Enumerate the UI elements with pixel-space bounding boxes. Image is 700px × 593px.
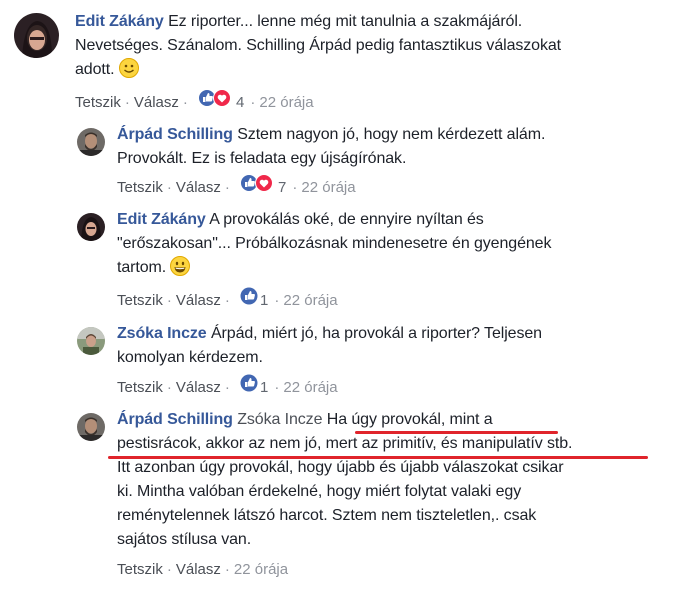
like-link[interactable]: Tetszik [75,94,121,111]
reply-link[interactable]: Válasz [134,94,179,111]
avatar[interactable] [14,13,59,58]
separator: · [166,378,172,396]
timestamp[interactable]: 22 órája [283,379,337,396]
avatar[interactable] [77,213,105,241]
comment-body: Zsóka Incze Árpád, miért jó, ha provokál… [117,322,692,370]
comment-text: adott. [75,61,115,78]
timestamp[interactable]: 22 órája [234,561,288,578]
reactions[interactable] [240,287,258,312]
comment-text: ki. Mintha valóban érdekelné, hogy miért… [117,483,522,500]
separator: · [250,93,256,111]
comment-actions: Tetszik · Válasz · 1 · 22 órája [117,287,338,309]
reactions[interactable] [198,89,234,114]
separator: · [274,378,280,396]
mention-link[interactable]: Zsóka Incze [237,411,322,428]
timestamp[interactable]: 22 órája [259,94,313,111]
comment-actions: Tetszik · Válasz · 4 · 22 órája [75,89,314,111]
red-underline-annotation [108,456,648,459]
comment-text: sajátos stílusa van. [117,531,252,548]
reactions[interactable] [240,374,258,399]
timestamp[interactable]: 22 órája [301,179,355,196]
like-link[interactable]: Tetszik [117,179,163,196]
comment-text: A provokálás oké, de ennyire nyíltan és [209,211,484,228]
comment-author[interactable]: Edit Zákány [75,13,164,30]
separator: · [224,178,230,196]
avatar[interactable] [77,413,105,441]
comment-text: "erőszakosan"... Próbálkozásnak mindenes… [117,235,552,252]
reaction-count[interactable]: 1 [260,379,268,396]
red-underline-annotation [355,431,558,434]
comment-text: reménytelennek látszó harcot. Sztem nem … [117,507,537,524]
comment-text: Árpád, miért jó, ha provokál a riporter?… [210,325,542,342]
separator: · [182,93,188,111]
like-link[interactable]: Tetszik [117,561,163,578]
comment-text: Itt azonban úgy provokál, hogy újabb és … [117,459,564,476]
reply-link[interactable]: Válasz [176,292,221,309]
avatar[interactable] [77,327,105,355]
timestamp[interactable]: 22 órája [283,292,337,309]
reaction-count[interactable]: 7 [278,179,286,196]
comment-text: Ez riporter... lenne még mit tanulnia a … [168,13,523,30]
reactions[interactable] [240,174,276,199]
comment-body: Edit Zákány Ez riporter... lenne még mit… [75,10,695,86]
comment-actions: Tetszik · Válasz · 22 órája [117,559,288,581]
comment-author[interactable]: Árpád Schilling [117,126,233,143]
separator: · [124,93,130,111]
slightly-smiling-face-icon [118,58,139,86]
comment-body: Árpád Schilling Sztem nagyon jó, hogy ne… [117,123,692,171]
comment-text: komolyan kérdezem. [117,349,263,366]
reaction-count[interactable]: 4 [236,94,244,111]
comment-text: Provokált. Ez is feladata egy újságíróna… [117,150,407,167]
comment-text: Sztem nagyon jó, hogy nem kérdezett alám… [237,126,546,143]
separator: · [224,561,230,578]
separator: · [166,291,172,309]
comment-body: Edit Zákány A provokálás oké, de ennyire… [117,208,692,284]
separator: · [166,178,172,196]
reaction-count[interactable]: 1 [260,292,268,309]
comment-author[interactable]: Edit Zákány [117,211,206,228]
avatar[interactable] [77,128,105,156]
comment-text: pestisrácok, akkor az nem jó, mert az pr… [117,435,573,452]
comment-text: Ha úgy provokál, mint a [326,411,493,428]
comment-author[interactable]: Zsóka Incze [117,325,207,342]
separator: · [292,178,298,196]
reply-link[interactable]: Válasz [176,179,221,196]
reply-comment: Árpád Schilling Zsóka Incze Ha úgy provo… [0,403,700,593]
reply-comment: Zsóka Incze Árpád, miért jó, ha provokál… [0,317,700,397]
separator: · [274,291,280,309]
comment-body: Árpád Schilling Zsóka Incze Ha úgy provo… [117,408,692,552]
like-link[interactable]: Tetszik [117,379,163,396]
like-link[interactable]: Tetszik [117,292,163,309]
separator: · [224,291,230,309]
separator: · [224,378,230,396]
reply-comment: Edit Zákány A provokálás oké, de ennyire… [0,203,700,313]
comment-actions: Tetszik · Válasz · 7 · 22 órája [117,174,356,196]
comment-text: Nevetséges. Szánalom. Schilling Árpád pe… [75,37,562,54]
reply-link[interactable]: Válasz [176,561,221,578]
separator: · [166,561,172,578]
grinning-face-icon [170,256,191,284]
comment-author[interactable]: Árpád Schilling [117,411,233,428]
comment-actions: Tetszik · Válasz · 1 · 22 órája [117,374,338,396]
reply-comment: Árpád Schilling Sztem nagyon jó, hogy ne… [0,118,700,198]
comment-text: tartom. [117,259,167,276]
comment: Edit Zákány Ez riporter... lenne még mit… [0,0,700,120]
reply-link[interactable]: Válasz [176,379,221,396]
